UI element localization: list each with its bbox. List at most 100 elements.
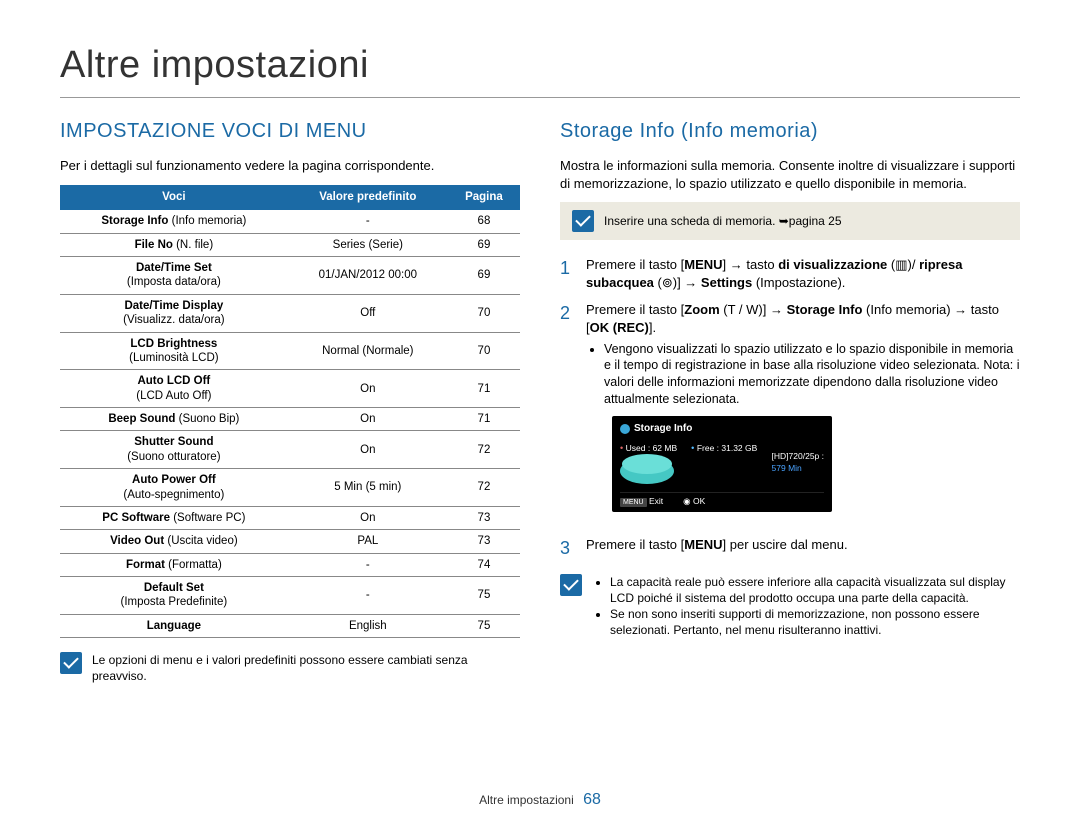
page-title: Altre impostazioni [60, 40, 1020, 91]
table-cell: Normal (Normale) [288, 332, 448, 370]
table-cell: Shutter Sound(Suono otturatore) [60, 431, 288, 469]
table-row: Date/Time Display(Visualizz. data/ora)Of… [60, 294, 520, 332]
footnote-1: La capacità reale può essere inferiore a… [610, 574, 1020, 606]
menu-table: Voci Valore predefinito Pagina Storage I… [60, 185, 520, 638]
table-cell: English [288, 614, 448, 637]
table-cell: - [288, 553, 448, 576]
table-cell: Default Set(Imposta Predefinite) [60, 577, 288, 615]
table-cell: Video Out (Uscita video) [60, 530, 288, 553]
t: ] per uscire dal menu. [723, 537, 848, 552]
left-intro: Per i dettagli sul funzionamento vedere … [60, 157, 520, 175]
page-footer: Altre impostazioni 68 [0, 789, 1080, 811]
lcd-ok: OK [693, 496, 705, 506]
callout-check-icon [572, 210, 594, 232]
t: (▥)/ [887, 257, 919, 272]
storage-info-icon [620, 424, 630, 434]
table-cell: On [288, 408, 448, 431]
table-cell: 72 [448, 469, 520, 507]
table-row: Default Set(Imposta Predefinite)-75 [60, 577, 520, 615]
table-row: Format (Formatta)-74 [60, 553, 520, 576]
kw-menu: MENU [684, 257, 722, 272]
note-check-icon [60, 652, 82, 674]
step-1: Premere il tasto [MENU] → tasto di visua… [560, 256, 1020, 291]
t: Premere il tasto [ [586, 537, 684, 552]
kw-storage-info: Storage Info [787, 302, 863, 317]
table-cell: 69 [448, 257, 520, 295]
t: ] → [763, 302, 787, 317]
table-row: Video Out (Uscita video)PAL73 [60, 530, 520, 553]
lcd-title: Storage Info [634, 422, 692, 436]
kw-ok-rec: OK (REC) [590, 320, 649, 335]
table-row: Storage Info (Info memoria)-68 [60, 210, 520, 233]
t: ] → tasto [723, 257, 779, 272]
title-rule [60, 97, 1020, 98]
table-row: Date/Time Set(Imposta data/ora)01/JAN/20… [60, 257, 520, 295]
table-cell: On [288, 431, 448, 469]
table-cell: Series (Serie) [288, 233, 448, 256]
t: (T / W) [720, 302, 763, 317]
table-cell: 73 [448, 506, 520, 529]
table-cell: 01/JAN/2012 00:00 [288, 257, 448, 295]
table-cell: On [288, 506, 448, 529]
table-cell: On [288, 370, 448, 408]
lcd-used: Used : 62 MB [626, 443, 678, 453]
table-cell: 70 [448, 332, 520, 370]
footer-page-number: 68 [583, 791, 601, 808]
lcd-res: [HD]720/25p : [772, 451, 824, 463]
lcd-free: Free : 31.32 GB [697, 443, 757, 453]
th-page: Pagina [448, 185, 520, 211]
table-cell: 71 [448, 408, 520, 431]
table-cell: 70 [448, 294, 520, 332]
t: (Impostazione). [752, 275, 845, 290]
table-row: PC Software (Software PC)On73 [60, 506, 520, 529]
table-cell: 73 [448, 530, 520, 553]
table-cell: 69 [448, 233, 520, 256]
t: (⊚)] → [654, 275, 701, 290]
right-intro: Mostra le informazioni sulla memoria. Co… [560, 157, 1020, 192]
disk-icon [620, 458, 674, 484]
note-box: Le opzioni di menu e i valori predefinit… [60, 652, 520, 684]
table-cell: Beep Sound (Suono Bip) [60, 408, 288, 431]
lcd-preview: Storage Info • Used : 62 MB • Free : 31.… [612, 416, 832, 511]
table-cell: File No (N. file) [60, 233, 288, 256]
table-cell: 72 [448, 431, 520, 469]
t: ]. [649, 320, 656, 335]
step-2-bullet: Vengono visualizzati lo spazio utilizzat… [604, 341, 1020, 409]
note-text: Le opzioni di menu e i valori predefinit… [92, 652, 520, 684]
kw-display: di visualizzazione [778, 257, 887, 272]
step-3: Premere il tasto [MENU] per uscire dal m… [560, 536, 1020, 560]
table-cell: Storage Info (Info memoria) [60, 210, 288, 233]
kw-menu2: MENU [684, 537, 722, 552]
table-cell: 71 [448, 370, 520, 408]
menu-btn-icon: MENU [620, 498, 647, 507]
table-row: Beep Sound (Suono Bip)On71 [60, 408, 520, 431]
ok-dot-icon: ◉ [683, 496, 690, 506]
footnote-check-icon [560, 574, 582, 596]
step-2: Premere il tasto [Zoom (T / W)] → Storag… [560, 301, 1020, 525]
table-cell: Format (Formatta) [60, 553, 288, 576]
footnote-2: Se non sono inseriti supporti di memoriz… [610, 606, 1020, 638]
footer-label: Altre impostazioni [479, 793, 574, 807]
callout-text: Inserire una scheda di memoria. ➥pagina … [604, 213, 842, 229]
footnote-box: La capacità reale può essere inferiore a… [560, 574, 1020, 639]
table-cell: Date/Time Set(Imposta data/ora) [60, 257, 288, 295]
table-cell: - [288, 210, 448, 233]
table-cell: Off [288, 294, 448, 332]
table-cell: 5 Min (5 min) [288, 469, 448, 507]
table-cell: 75 [448, 577, 520, 615]
lcd-title-row: Storage Info [620, 422, 824, 436]
lcd-exit: Exit [649, 496, 663, 506]
table-cell: PAL [288, 530, 448, 553]
table-cell: PC Software (Software PC) [60, 506, 288, 529]
table-cell: 68 [448, 210, 520, 233]
table-row: File No (N. file)Series (Serie)69 [60, 233, 520, 256]
left-column: IMPOSTAZIONE VOCI DI MENU Per i dettagli… [60, 118, 520, 684]
kw-zoom: Zoom [684, 302, 719, 317]
t: Premere il tasto [ [586, 302, 684, 317]
table-row: LCD Brightness(Luminosità LCD)Normal (No… [60, 332, 520, 370]
table-row: Auto Power Off(Auto-spegnimento)5 Min (5… [60, 469, 520, 507]
table-cell: Auto Power Off(Auto-spegnimento) [60, 469, 288, 507]
table-cell: Language [60, 614, 288, 637]
right-column: Storage Info (Info memoria) Mostra le in… [560, 118, 1020, 684]
table-cell: - [288, 577, 448, 615]
